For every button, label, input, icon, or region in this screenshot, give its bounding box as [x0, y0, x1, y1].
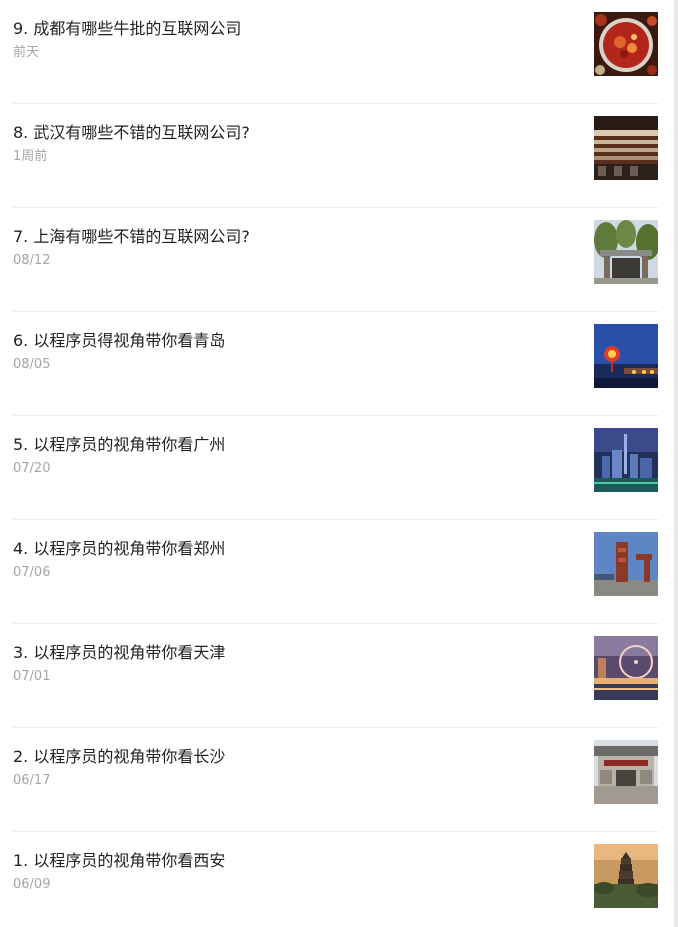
- hotpot-image[interactable]: [594, 12, 658, 76]
- article-title[interactable]: 9. 成都有哪些牛批的互联网公司: [13, 18, 573, 40]
- list-item[interactable]: 7. 上海有哪些不错的互联网公司? 08/12: [13, 208, 658, 312]
- article-title[interactable]: 2. 以程序员的视角带你看长沙: [13, 746, 573, 768]
- article-date: 07/01: [13, 669, 51, 684]
- list-item[interactable]: 8. 武汉有哪些不错的互联网公司? 1周前: [13, 104, 658, 208]
- article-list-page: 9. 成都有哪些牛批的互联网公司 前天 8. 武汉有哪些不错的互联网公司? 1周…: [0, 0, 678, 927]
- article-date: 07/06: [13, 565, 51, 580]
- tianjin-eye-image[interactable]: [594, 636, 658, 700]
- article-date: 07/20: [13, 461, 51, 476]
- article-title[interactable]: 5. 以程序员的视角带你看广州: [13, 434, 573, 456]
- article-date: 1周前: [13, 149, 48, 164]
- article-title[interactable]: 1. 以程序员的视角带你看西安: [13, 850, 573, 872]
- zhengzhou-monument-image[interactable]: [594, 532, 658, 596]
- list-item[interactable]: 3. 以程序员的视角带你看天津 07/01: [13, 624, 658, 728]
- article-date: 前天: [13, 45, 40, 60]
- article-title[interactable]: 3. 以程序员的视角带你看天津: [13, 642, 573, 664]
- article-title[interactable]: 6. 以程序员得视角带你看青岛: [13, 330, 573, 352]
- article-title[interactable]: 8. 武汉有哪些不错的互联网公司?: [13, 122, 573, 144]
- list-item[interactable]: 6. 以程序员得视角带你看青岛 08/05: [13, 312, 658, 416]
- article-date: 06/09: [13, 877, 51, 892]
- scrollbar-track[interactable]: [674, 0, 678, 927]
- article-title[interactable]: 7. 上海有哪些不错的互联网公司?: [13, 226, 573, 248]
- xian-pagoda-image[interactable]: [594, 844, 658, 908]
- article-date: 06/17: [13, 773, 51, 788]
- article-date: 08/12: [13, 253, 51, 268]
- changsha-building-image[interactable]: [594, 740, 658, 804]
- guangzhou-skyline-image[interactable]: [594, 428, 658, 492]
- list-item[interactable]: 1. 以程序员的视角带你看西安 06/09: [13, 832, 658, 927]
- list-item[interactable]: 9. 成都有哪些牛批的互联网公司 前天: [13, 0, 658, 104]
- article-list: 9. 成都有哪些牛批的互联网公司 前天 8. 武汉有哪些不错的互联网公司? 1周…: [13, 0, 658, 927]
- qingdao-night-image[interactable]: [594, 324, 658, 388]
- list-item[interactable]: 2. 以程序员的视角带你看长沙 06/17: [13, 728, 658, 832]
- article-date: 08/05: [13, 357, 51, 372]
- list-item[interactable]: 5. 以程序员的视角带你看广州 07/20: [13, 416, 658, 520]
- office-building-image[interactable]: [594, 116, 658, 180]
- list-item[interactable]: 4. 以程序员的视角带你看郑州 07/06: [13, 520, 658, 624]
- article-title[interactable]: 4. 以程序员的视角带你看郑州: [13, 538, 573, 560]
- campus-gate-image[interactable]: [594, 220, 658, 284]
